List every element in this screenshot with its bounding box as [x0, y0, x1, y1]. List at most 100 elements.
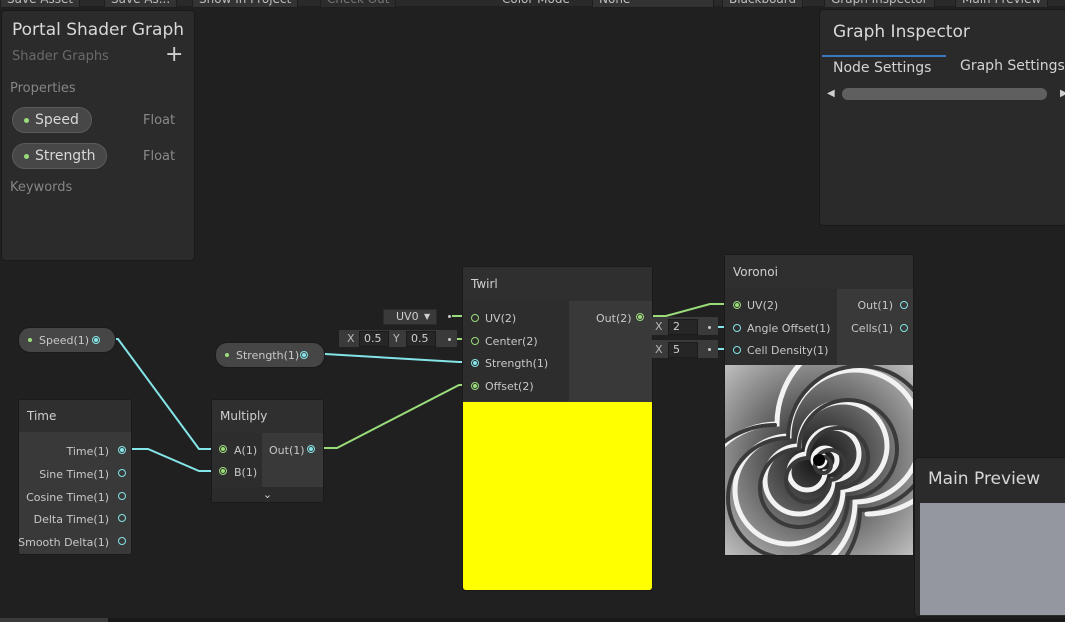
property-name: Speed: [35, 112, 79, 128]
property-pill-speed[interactable]: Speed: [12, 107, 92, 133]
voronoi-preview: [725, 365, 913, 555]
main-preview-viewport[interactable]: [920, 503, 1065, 615]
center-y-label: Y: [393, 332, 400, 345]
main-preview-title: Main Preview: [928, 469, 1041, 489]
bottom-bar: [0, 618, 1065, 622]
strength-output-port[interactable]: [300, 351, 308, 359]
main-preview-panel: Main Preview: [914, 457, 1065, 617]
blackboard-title: Portal Shader Graph: [12, 20, 185, 40]
center-x-label: X: [347, 332, 355, 345]
voronoi-out-label: Out(1): [857, 299, 893, 312]
twirl-node-title: Twirl: [463, 267, 652, 301]
smooth-delta-label: Smooth Delta(1): [18, 536, 109, 549]
twirl-strength-port[interactable]: [471, 359, 479, 367]
twirl-strength-label: Strength(1): [485, 357, 549, 370]
property-type: Float: [143, 113, 176, 128]
center-x-field[interactable]: 0.5: [359, 331, 389, 347]
twirl-out-label: Out(2): [596, 312, 632, 325]
cell-density-field[interactable]: 5: [668, 342, 698, 358]
default-value-dot-icon: [708, 348, 711, 351]
graph-inspector-panel: Graph Inspector Node Settings Graph Sett…: [819, 9, 1065, 226]
tab-graph-settings[interactable]: Graph Settings: [960, 58, 1065, 78]
twirl-uv-label: UV(2): [485, 312, 517, 325]
sine-time-label: Sine Time(1): [39, 468, 109, 481]
uv-channel-dropdown[interactable]: UV0 ▼: [383, 309, 437, 325]
default-value-dot-icon: [448, 338, 451, 341]
multiply-b-label: B(1): [234, 466, 258, 479]
wire-time-to-multiply-b: [125, 448, 215, 472]
horizontal-scrollbar[interactable]: [842, 88, 1047, 100]
multiply-a-label: A(1): [234, 444, 258, 457]
dropdown-arrow-icon: ▼: [424, 312, 431, 321]
twirl-offset-label: Offset(2): [485, 380, 534, 393]
voronoi-out-port[interactable]: [900, 301, 908, 309]
blackboard-panel: Portal Shader Graph Shader Graphs + Prop…: [1, 10, 195, 261]
scroll-right-icon[interactable]: ▶: [1060, 88, 1065, 99]
time-output-port[interactable]: [118, 446, 126, 454]
multiply-out-port[interactable]: [307, 445, 315, 453]
properties-section-label: Properties: [10, 81, 76, 96]
add-property-button[interactable]: +: [165, 42, 183, 67]
delta-time-label: Delta Time(1): [33, 513, 109, 526]
tab-node-settings[interactable]: Node Settings: [822, 55, 946, 80]
voronoi-cells-port[interactable]: [900, 324, 908, 332]
voronoi-cell-density-port[interactable]: [733, 346, 741, 354]
voronoi-cells-label: Cells(1): [851, 322, 893, 335]
multiply-node-title: Multiply: [212, 400, 323, 433]
property-name: Strength: [35, 148, 96, 164]
twirl-center-label: Center(2): [485, 335, 538, 348]
voronoi-node-title: Voronoi: [725, 255, 913, 289]
twirl-node[interactable]: Twirl UV(2) Center(2) Strength(1) Offset…: [462, 266, 653, 591]
property-pill-strength[interactable]: Strength: [12, 143, 107, 169]
property-dot-icon: [225, 353, 229, 357]
uv-channel-value: UV0: [396, 310, 419, 323]
property-type: Float: [143, 149, 176, 164]
wire-strength-to-twirl: [309, 353, 475, 363]
smooth-delta-port[interactable]: [118, 537, 126, 545]
angle-offset-field[interactable]: 2: [668, 319, 698, 335]
property-dot-icon: [24, 154, 29, 159]
bottom-tab[interactable]: [0, 618, 108, 622]
multiply-node[interactable]: Multiply A(1) B(1) Out(1) ⌄: [211, 399, 324, 503]
property-dot-icon: [24, 118, 29, 123]
graph-inspector-title: Graph Inspector: [833, 22, 970, 42]
cosine-time-port[interactable]: [118, 492, 126, 500]
voronoi-node[interactable]: Voronoi UV(2) Angle Offset(1) Cell Densi…: [724, 254, 914, 556]
property-dot-icon: [28, 338, 32, 342]
multiply-out-label: Out(1): [269, 444, 305, 457]
scroll-left-icon[interactable]: ◀: [827, 88, 835, 99]
chevron-down-icon[interactable]: ⌄: [212, 487, 323, 502]
voronoi-angle-offset-port[interactable]: [733, 324, 741, 332]
speed-output-port[interactable]: [92, 336, 100, 344]
voronoi-angle-offset-label: Angle Offset(1): [747, 322, 831, 335]
sine-time-port[interactable]: [118, 469, 126, 477]
voronoi-cell-density-label: Cell Density(1): [747, 344, 829, 357]
multiply-a-port[interactable]: [219, 445, 227, 453]
swirl-preview-image: [725, 365, 913, 555]
cosine-time-label: Cosine Time(1): [26, 491, 109, 504]
strength-property-node[interactable]: Strength(1): [215, 342, 325, 368]
speed-property-node[interactable]: Speed(1): [18, 327, 116, 353]
speed-output-label: Speed(1): [39, 334, 90, 347]
voronoi-uv-label: UV(2): [747, 299, 779, 312]
wire-twirl-to-voronoi-uv: [645, 303, 736, 317]
time-node-title: Time: [19, 400, 131, 432]
voronoi-uv-port[interactable]: [733, 301, 741, 309]
center-y-field[interactable]: 0.5: [406, 331, 436, 347]
twirl-center-port[interactable]: [471, 337, 479, 345]
default-value-dot-icon: [708, 326, 711, 329]
time-node[interactable]: Time Time(1) Sine Time(1) Cosine Time(1)…: [18, 399, 132, 555]
default-value-dot-icon: [448, 315, 451, 318]
blackboard-subtitle[interactable]: Shader Graphs: [12, 49, 109, 64]
twirl-uv-port[interactable]: [471, 314, 479, 322]
twirl-offset-port[interactable]: [471, 382, 479, 390]
keywords-section-label: Keywords: [10, 180, 73, 195]
delta-time-port[interactable]: [118, 514, 126, 522]
strength-output-label: Strength(1): [236, 349, 300, 362]
twirl-preview: [463, 402, 652, 590]
multiply-b-port[interactable]: [219, 467, 227, 475]
wire-multiply-to-twirl-offset: [316, 384, 475, 449]
twirl-out-port[interactable]: [636, 313, 644, 321]
time-output-label: Time(1): [66, 445, 109, 458]
angle-offset-x-label: X: [655, 320, 663, 333]
